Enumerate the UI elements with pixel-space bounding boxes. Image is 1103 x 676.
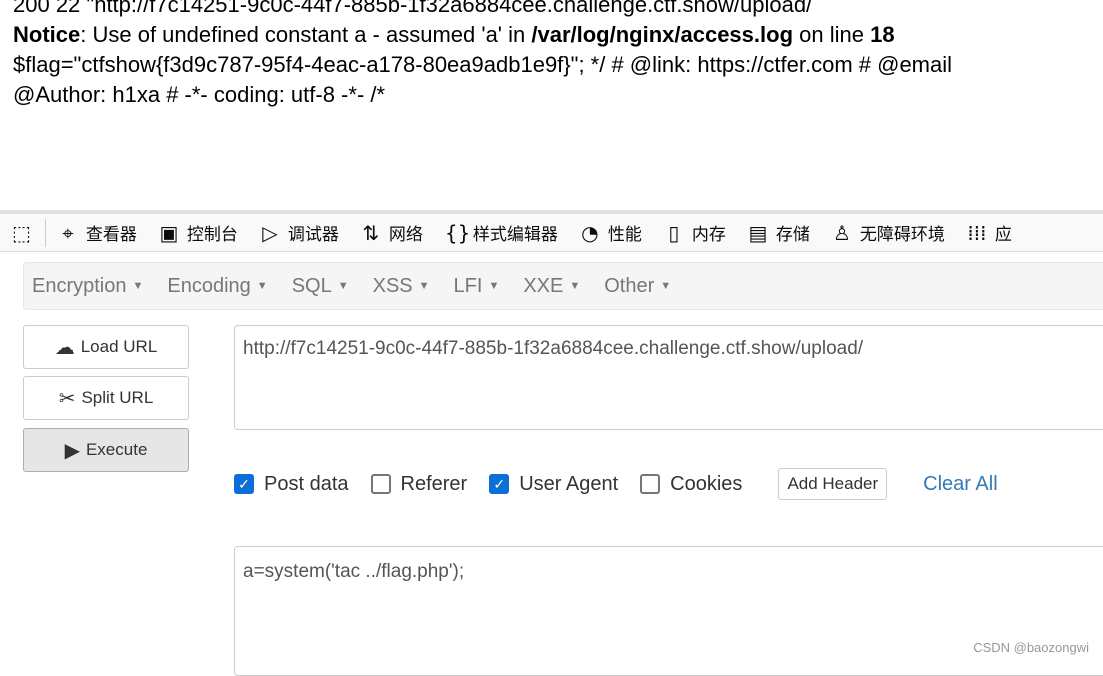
- checkbox-unchecked-icon: [640, 474, 661, 494]
- caret-down-icon: ▼: [488, 280, 500, 293]
- menu-xss[interactable]: XSS ▼: [373, 275, 430, 298]
- element-picker-icon[interactable]: ⬚: [12, 221, 31, 245]
- tab-storage[interactable]: ▤ 存储: [748, 220, 809, 246]
- tab-memory[interactable]: ▯ 内存: [664, 220, 726, 246]
- menu-other[interactable]: Other ▼: [604, 275, 671, 298]
- debugger-icon: ▷: [262, 220, 278, 245]
- divider: [44, 218, 46, 247]
- console-icon: ▣: [159, 220, 179, 245]
- user-agent-checkbox[interactable]: ✓ User Agent: [489, 473, 618, 496]
- menu-lfi[interactable]: LFI ▼: [454, 275, 500, 298]
- page-output: 200 22 "http://f7c14251-9c0c-44f7-885b-1…: [13, 0, 953, 107]
- tab-application[interactable]: ⁞⁞⁞ 应: [967, 220, 1012, 246]
- notice-line: Notice: Use of undefined constant a - as…: [13, 22, 895, 47]
- menu-encoding[interactable]: Encoding ▼: [167, 275, 267, 298]
- flag-line: $flag="ctfshow{f3d9c787-95f4-4eac-a178-8…: [13, 52, 953, 77]
- referer-checkbox[interactable]: Referer: [370, 473, 467, 496]
- tab-debugger[interactable]: ▷ 调试器: [260, 220, 339, 246]
- watermark: CSDN @baozongwi: [973, 640, 1089, 655]
- cloud-download-icon: ☁: [54, 336, 75, 359]
- storage-icon: ▤: [748, 220, 768, 245]
- style-editor-icon: {}: [444, 220, 471, 245]
- caret-down-icon: ▼: [418, 280, 430, 293]
- caret-down-icon: ▼: [660, 280, 672, 293]
- caret-down-icon: ▼: [256, 280, 268, 293]
- execute-button[interactable]: ▶ Execute: [23, 428, 189, 472]
- caret-down-icon: ▼: [337, 280, 349, 293]
- split-url-button[interactable]: ✂ Split URL: [23, 376, 189, 420]
- memory-icon: ▯: [668, 220, 680, 245]
- apps-icon: ⁞⁞⁞: [967, 220, 987, 245]
- hackbar-menu: Encryption ▼ Encoding ▼ SQL ▼ XSS ▼ LFI ▼ XXE…: [23, 262, 1103, 310]
- devtools-toolbar: ⬚ ⌖ 查看器 ▣ 控制台 ▷ 调试器 ⇅ 网络 {} 样式编辑器 ◔ 性能 ▯ 内存 ▤ 存储…: [0, 214, 1103, 252]
- menu-sql[interactable]: SQL ▼: [292, 275, 349, 298]
- caret-down-icon: ▼: [569, 280, 581, 293]
- url-input[interactable]: http://f7c14251-9c0c-44f7-885b-1f32a6884…: [234, 325, 1103, 430]
- cookies-checkbox[interactable]: Cookies: [640, 473, 742, 496]
- play-icon: ▶: [64, 439, 80, 462]
- performance-icon: ◔: [581, 220, 599, 245]
- checkbox-checked-icon: ✓: [234, 474, 254, 494]
- caret-down-icon: ▼: [132, 280, 144, 293]
- tab-console[interactable]: ▣ 控制台: [159, 220, 237, 246]
- menu-xxe[interactable]: XXE ▼: [523, 275, 580, 298]
- tab-inspector[interactable]: ⌖ 查看器: [58, 220, 137, 246]
- options-row: ✓ Post data Referer ✓ User Agent Cookies A…: [234, 468, 998, 500]
- tab-style-editor[interactable]: {} 样式编辑器: [444, 220, 558, 246]
- tab-network[interactable]: ⇅ 网络: [361, 220, 423, 246]
- checkbox-checked-icon: ✓: [489, 474, 510, 494]
- inspector-icon: ⌖: [62, 220, 74, 245]
- checkbox-unchecked-icon: [370, 474, 391, 494]
- clear-all-link[interactable]: Clear All: [923, 473, 997, 496]
- menu-encryption[interactable]: Encryption ▼: [32, 275, 143, 298]
- tab-performance[interactable]: ◔ 性能: [580, 220, 642, 246]
- network-icon: ⇅: [362, 220, 380, 245]
- post-data-checkbox[interactable]: ✓ Post data: [234, 473, 349, 496]
- load-url-button[interactable]: ☁ Load URL: [23, 325, 189, 369]
- tab-accessibility[interactable]: ♙ 无障碍环境: [832, 220, 945, 246]
- accessibility-icon: ♙: [832, 220, 851, 245]
- post-data-input[interactable]: a=system('tac ../flag.php');: [234, 546, 1103, 676]
- add-header-button[interactable]: Add Header: [778, 468, 888, 500]
- scissors-icon: ✂: [58, 387, 76, 410]
